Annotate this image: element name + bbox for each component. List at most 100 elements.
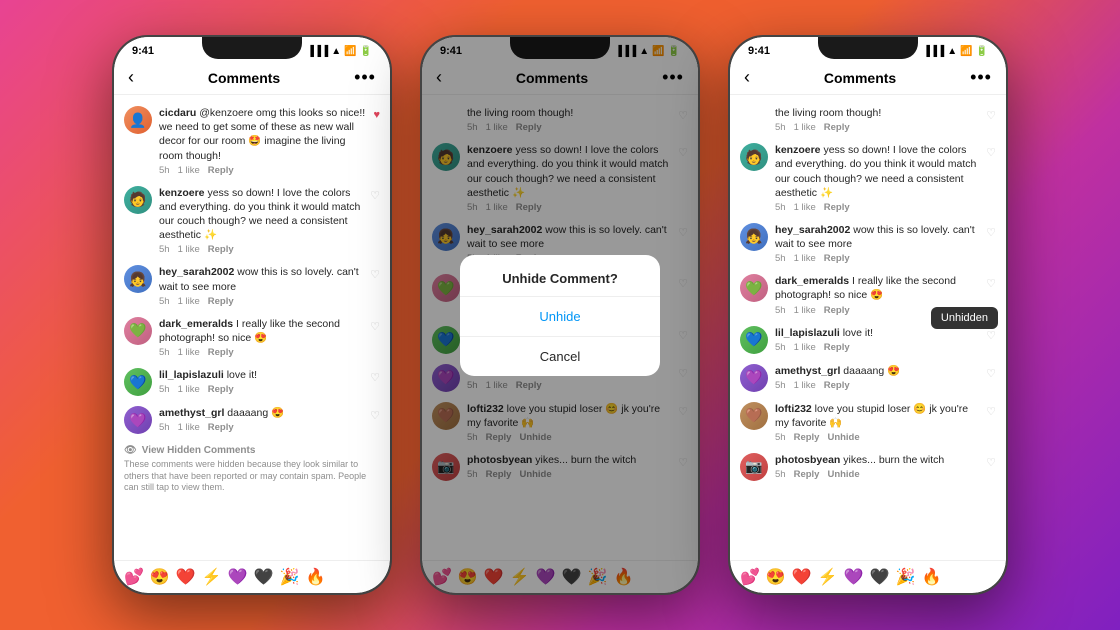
comment-meta: 5h1 likeReply [159,384,363,395]
avatar: 📷 [740,453,768,481]
comment-text: amethyst_grl daaaang 😍 [775,364,979,378]
unhide-confirm-button[interactable]: Unhide [460,297,660,336]
eye-icon: 👁 [124,445,137,456]
heart-icon[interactable]: ♡ [370,320,380,333]
comment-item: 💚dark_emeralds I really like the second … [114,312,390,363]
avatar: 💚 [124,317,152,345]
emoji-button[interactable]: 🎉 [896,567,916,587]
reply-button[interactable]: Reply [824,380,850,391]
avatar: 👧 [124,265,152,293]
comment-meta: 5h1 likeReply [159,165,366,176]
comment-item: 💜 amethyst_grl daaaang 😍 5h1 likeReply ♡ [730,359,1006,397]
dialog-overlay[interactable]: Unhide Comment? Unhide Cancel [422,37,698,593]
comment-text: photosbyean yikes... burn the witch [775,453,979,467]
back-button[interactable]: ‹ [128,67,134,88]
comment-meta: 5h1 likeReply [775,380,979,391]
emoji-button[interactable]: 🔥 [305,567,325,587]
status-icons: ▐▐▐ ▲ 📶 🔋 [923,46,988,57]
unhidden-tooltip: Unhidden [931,307,998,329]
emoji-button[interactable]: 😍 [766,567,786,587]
heart-icon[interactable]: ♡ [986,146,996,159]
nav-title: Comments [208,70,280,86]
reply-button[interactable]: Reply [208,347,234,358]
heart-icon[interactable]: ♥ [373,109,380,121]
more-button[interactable]: ••• [354,67,376,88]
unhide-button[interactable]: Unhide [827,432,859,443]
comment-text: kenzoere yess so down! I love the colors… [159,186,363,243]
status-icons: ▐▐▐ ▲ 📶 🔋 [307,46,372,57]
comment-item: 👤cicdaru @kenzoere omg this looks so nic… [114,101,390,181]
heart-icon[interactable]: ♡ [986,405,996,418]
comment-meta: 5h1 likeReply [159,347,363,358]
phone-phone3: 9:41 ▐▐▐ ▲ 📶 🔋 ‹ Comments ••• the living… [728,35,1008,595]
emoji-button[interactable]: 💕 [740,567,760,587]
comment-text: hey_sarah2002 wow this is so lovely. can… [775,223,979,251]
reply-button[interactable]: Reply [208,244,234,255]
emoji-bar: 💕 😍 ❤️ ⚡ 💜 🖤 🎉🔥 [114,560,390,593]
hidden-header[interactable]: 👁 View Hidden Comments [124,445,380,456]
comment-item: 👧hey_sarah2002 wow this is so lovely. ca… [730,218,1006,269]
back-button[interactable]: ‹ [744,67,750,88]
heart-icon[interactable]: ♡ [986,367,996,380]
reply-button[interactable]: Reply [824,253,850,264]
comment-item: 💜amethyst_grl daaaang 😍5h1 likeReply♡ [114,401,390,439]
avatar: 👤 [124,106,152,134]
heart-icon[interactable]: ♡ [986,277,996,290]
heart-icon[interactable]: ♡ [986,329,996,342]
reply-button[interactable]: Reply [208,296,234,307]
heart-icon[interactable]: ♡ [986,109,996,122]
emoji-button[interactable]: 💕 [124,567,144,587]
emoji-button[interactable]: ⚡ [202,567,222,587]
reply-button[interactable]: Reply [824,202,850,213]
unhide-dialog: Unhide Comment? Unhide Cancel [460,255,660,376]
comment-item: 📷photosbyean yikes... burn the witch5hRe… [730,448,1006,486]
reply-button[interactable]: Reply [824,122,850,133]
comment-item: 🧑kenzoere yess so down! I love the color… [730,138,1006,218]
comment-meta: 5h1 likeReply [159,296,363,307]
comment-meta: 5h1 likeReply [775,342,979,353]
reply-button[interactable]: Reply [824,342,850,353]
hidden-label[interactable]: View Hidden Comments [142,445,256,456]
heart-icon[interactable]: ♡ [370,189,380,202]
emoji-button[interactable]: ❤️ [792,567,812,587]
reply-button[interactable]: Reply [794,432,820,443]
comment-meta: 5h1 likeReply [775,253,979,264]
heart-icon[interactable]: ♡ [370,371,380,384]
phone-phone1: 9:41 ▐▐▐ ▲ 📶 🔋 ‹ Comments ••• 👤cicdaru @… [112,35,392,595]
emoji-button[interactable]: 🖤 [254,567,274,587]
status-time: 9:41 [748,45,770,57]
comment-text: hey_sarah2002 wow this is so lovely. can… [159,265,363,293]
emoji-button[interactable]: 🎉 [280,567,300,587]
comment-text: cicdaru @kenzoere omg this looks so nice… [159,106,366,163]
comment-text: dark_emeralds I really like the second p… [775,274,979,302]
reply-button[interactable]: Reply [208,165,234,176]
avatar: 💙 [740,326,768,354]
emoji-button[interactable]: 💜 [228,567,248,587]
comment-text: lofti232 love you stupid loser 😊 jk you'… [775,402,979,430]
comment-meta: 5h1 likeReply [159,244,363,255]
heart-icon[interactable]: ♡ [986,226,996,239]
avatar: 💚 [740,274,768,302]
status-time: 9:41 [132,45,154,57]
emoji-button[interactable]: 😍 [150,567,170,587]
emoji-button[interactable]: ❤️ [176,567,196,587]
emoji-button[interactable]: ⚡ [818,567,838,587]
avatar: 💜 [740,364,768,392]
emoji-button[interactable]: 🔥 [921,567,941,587]
reply-button[interactable]: Reply [208,384,234,395]
cancel-button[interactable]: Cancel [460,337,660,376]
emoji-button[interactable]: 💜 [844,567,864,587]
reply-button[interactable]: Reply [208,422,234,433]
unhide-button[interactable]: Unhide [827,469,859,480]
comment-meta: 5hReplyUnhide [775,432,979,443]
heart-icon[interactable]: ♡ [370,268,380,281]
heart-icon[interactable]: ♡ [986,456,996,469]
nav-title: Comments [824,70,896,86]
avatar: 🧑 [740,143,768,171]
more-button[interactable]: ••• [970,67,992,88]
reply-button[interactable]: Reply [824,305,850,316]
emoji-button[interactable]: 🖤 [870,567,890,587]
reply-button[interactable]: Reply [794,469,820,480]
emoji-bar: 💕 😍 ❤️ ⚡ 💜 🖤 🎉🔥 [730,560,1006,593]
heart-icon[interactable]: ♡ [370,409,380,422]
